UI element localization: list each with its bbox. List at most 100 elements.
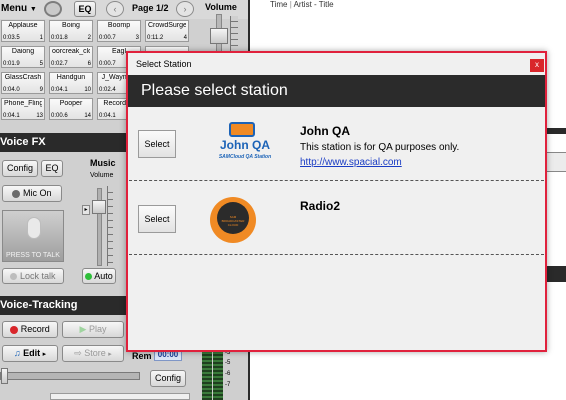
page-label: Page 1/2 xyxy=(132,3,169,13)
music-volume-label: Volume xyxy=(90,172,114,179)
tracking-config-button[interactable]: Config xyxy=(150,370,186,387)
sound-pad[interactable]: oorcreak_closi 0:02.7 6 xyxy=(49,46,93,68)
voice-eq-button[interactable]: EQ xyxy=(41,160,63,177)
dialog-title: Select Station xyxy=(136,59,192,69)
john-qa-logo: John QA SAMCloud QA Station xyxy=(201,121,289,169)
store-label: Store xyxy=(84,348,106,358)
right-strip-3 xyxy=(546,266,566,282)
pad-name: Pooper xyxy=(59,100,83,107)
pad-time: 0:04.1 xyxy=(51,87,68,93)
pad-time: 0:01.9 xyxy=(3,61,20,67)
pad-time: 0:00.7 xyxy=(99,61,116,67)
chevron-down-icon: ▼ xyxy=(29,6,37,13)
record-label: Record xyxy=(20,324,50,334)
lock-talk-label: Lock talk xyxy=(19,271,56,281)
pad-time: 0:04.1 xyxy=(3,113,20,119)
music-fader-scale xyxy=(107,186,113,266)
pad-time: 0:00.6 xyxy=(51,113,68,119)
edit-icon: ♫ xyxy=(13,348,21,358)
lock-talk-button[interactable]: Lock talk xyxy=(2,268,64,284)
pad-number: 5 xyxy=(39,61,43,67)
tracking-progress-handle[interactable] xyxy=(1,368,8,384)
store-arrow-icon: ▸ xyxy=(108,351,112,358)
sound-pad[interactable]: Boomp 0:00.7 3 xyxy=(97,20,141,42)
pad-name: Applause xyxy=(8,22,38,29)
pad-name: CrowdSurge xyxy=(148,22,186,29)
sound-pad[interactable]: Pooper 0:00.6 14 xyxy=(49,98,93,120)
pad-time: 0:04.1 xyxy=(99,113,116,119)
tracking-progress-bar[interactable] xyxy=(0,372,140,380)
music-label: Music xyxy=(90,158,116,168)
next-page-icon[interactable]: › xyxy=(176,1,194,17)
bottom-field[interactable] xyxy=(50,393,190,400)
logo-line1: John QA xyxy=(220,138,270,152)
sound-pad[interactable]: Boing 0:01.8 2 xyxy=(49,20,93,42)
pad-number: 2 xyxy=(87,35,91,41)
pad-number: 6 xyxy=(87,61,91,67)
record-button[interactable]: Record xyxy=(2,321,58,338)
volume-slider-handle[interactable] xyxy=(210,28,228,44)
pad-number: 13 xyxy=(36,113,43,119)
pad-number: 10 xyxy=(84,87,91,93)
station-link[interactable]: http://www.spacial.com xyxy=(300,157,402,168)
dialog-heading: Please select station xyxy=(128,75,545,107)
pad-time: 0:00.7 xyxy=(99,35,116,41)
pad-name: Daiong xyxy=(11,48,35,55)
pad-time: 0:02.7 xyxy=(51,61,68,67)
edit-label: Edit xyxy=(23,348,41,358)
sound-pad[interactable]: GlassCrash 0:04.0 9 xyxy=(1,72,45,94)
time-column-header[interactable]: Time xyxy=(270,0,287,9)
pad-number: 3 xyxy=(135,35,139,41)
pad-time: 0:04.0 xyxy=(3,87,20,93)
play-button[interactable]: ▶ Play xyxy=(62,321,124,338)
press-to-talk-button[interactable]: PRESS TO TALK xyxy=(2,210,64,262)
pad-time: 0:03.5 xyxy=(3,35,20,41)
sound-pad[interactable]: Phone_Fling 0:04.1 13 xyxy=(1,98,45,120)
right-strip-2 xyxy=(546,152,566,172)
sound-pad[interactable]: Applause 0:03.5 1 xyxy=(1,20,45,42)
gear-icon[interactable] xyxy=(44,1,62,17)
select-station-dialog: Select Station x Please select station S… xyxy=(126,51,547,352)
mic-on-button[interactable]: Mic On xyxy=(2,185,62,202)
voice-tracking-header: Voice-Tracking xyxy=(0,296,130,315)
press-to-talk-label: PRESS TO TALK xyxy=(6,252,60,259)
config-button[interactable]: Config xyxy=(2,160,38,177)
store-icon: ⇨ xyxy=(74,348,82,358)
auto-led-icon xyxy=(85,273,93,281)
right-strip-1 xyxy=(546,128,566,134)
sound-pad[interactable]: CrowdSurge 0:11.2 4 xyxy=(145,20,189,42)
edit-button[interactable]: ♫ Edit ▸ xyxy=(2,345,58,362)
volume-label: Volume xyxy=(205,2,237,12)
select-station-button[interactable]: Select xyxy=(138,130,176,158)
top-bar: Menu ▼ EQ ‹ Page 1/2 › Volume xyxy=(0,0,248,19)
eq-button[interactable]: EQ xyxy=(74,1,96,17)
pad-number: 9 xyxy=(39,87,43,93)
dialog-title-bar: Select Station x xyxy=(128,53,545,75)
pad-name: Handgun xyxy=(56,74,86,81)
menu-button[interactable]: Menu ▼ xyxy=(0,1,40,17)
rem-label: Rem xyxy=(132,351,152,361)
auto-button[interactable]: Auto xyxy=(82,268,116,284)
meter-label-3: -6 xyxy=(225,371,231,377)
store-button[interactable]: ⇨ Store ▸ xyxy=(62,345,124,362)
select-station-button[interactable]: Select xyxy=(138,205,176,233)
pad-time: 0:11.2 xyxy=(147,35,164,41)
sound-pad[interactable]: Daiong 0:01.9 5 xyxy=(1,46,45,68)
music-fader-handle[interactable] xyxy=(92,200,106,214)
pad-number: 1 xyxy=(39,35,43,41)
tv-icon xyxy=(229,122,255,137)
pad-time: 0:02.4 xyxy=(99,87,116,93)
station-name: Radio2 xyxy=(300,199,341,213)
pad-number: 4 xyxy=(183,35,187,41)
lock-led-icon xyxy=(10,273,18,281)
artist-title-column-header[interactable]: Artist - Title xyxy=(294,0,334,9)
music-fader-arrow-icon[interactable]: ▸ xyxy=(82,205,90,215)
sound-pad[interactable]: Handgun 0:04.1 10 xyxy=(49,72,93,94)
pad-number: 14 xyxy=(84,113,91,119)
record-icon xyxy=(10,325,19,334)
close-icon[interactable]: x xyxy=(530,59,544,72)
sam-broadcaster-logo: SAM BROADCASTER CLOUD xyxy=(210,197,256,243)
pad-name: GlassCrash xyxy=(4,74,42,81)
menu-label: Menu xyxy=(1,3,28,14)
prev-page-icon[interactable]: ‹ xyxy=(106,1,124,17)
